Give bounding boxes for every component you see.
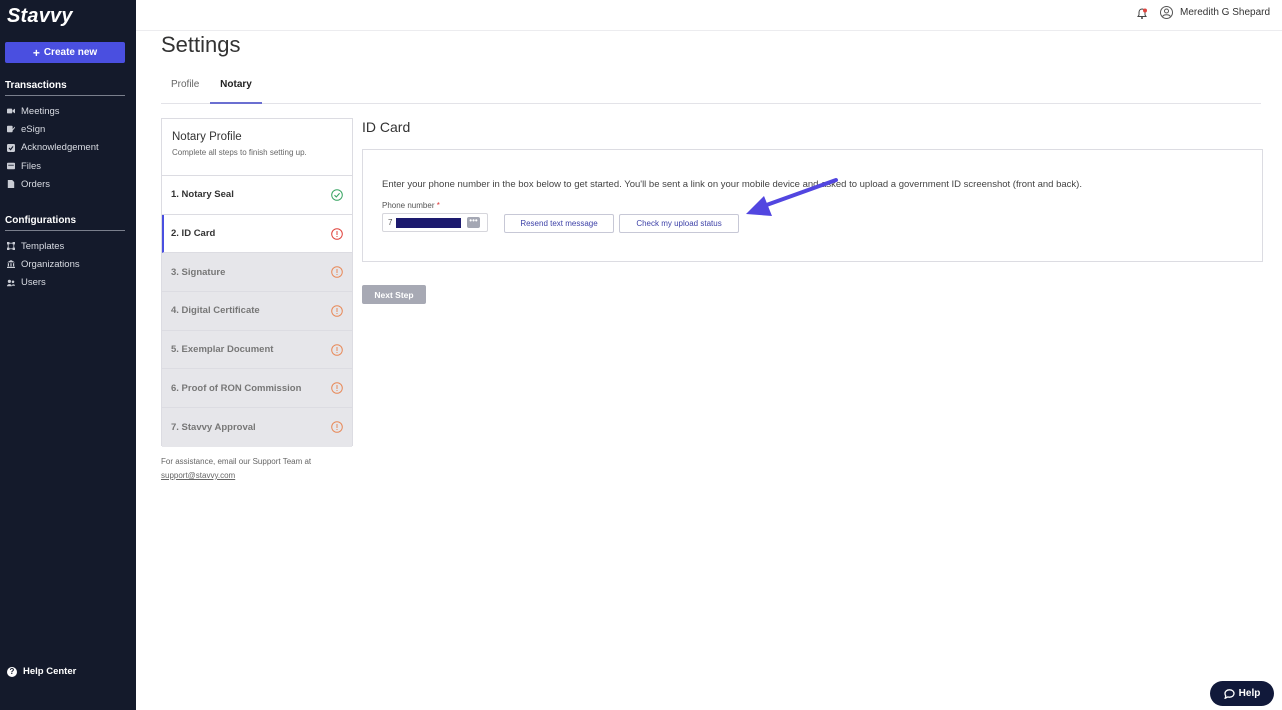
phone-number-input[interactable]: 7 ••• (382, 213, 488, 232)
settings-tabs: Profile Notary (161, 79, 1261, 104)
step-label: 3. Signature (171, 266, 226, 278)
sidebar-item-label: eSign (21, 123, 46, 135)
step-label: 5. Exemplar Document (171, 344, 274, 356)
sidebar-item-label: Users (21, 277, 46, 289)
sidebar-item-templates[interactable]: Templates (7, 237, 132, 255)
alert-circle-icon (331, 343, 343, 356)
step-exemplar-document[interactable]: 5. Exemplar Document (162, 330, 352, 370)
users-icon (7, 279, 15, 287)
phone-value: 7 (388, 218, 393, 227)
section-title: ID Card (362, 119, 411, 135)
check-circle-icon (331, 189, 343, 201)
id-card-panel: Enter your phone number in the box below… (362, 149, 1263, 262)
alert-circle-icon (331, 266, 343, 279)
section-title-configurations: Configurations (5, 215, 125, 231)
step-label: 7. Stavvy Approval (171, 421, 256, 433)
sidebar-item-acknowledgement[interactable]: Acknowledgement (7, 139, 132, 157)
step-label: 4. Digital Certificate (171, 305, 260, 317)
sidebar-item-label: Templates (21, 240, 65, 252)
check-box-icon (7, 143, 15, 152)
step-label: 6. Proof of RON Commission (171, 382, 302, 394)
sidebar-item-organizations[interactable]: Organizations (7, 255, 132, 273)
section-title-transactions: Transactions (5, 80, 125, 96)
configurations-nav: Templates Organizations Users (7, 237, 132, 292)
sidebar-item-users[interactable]: Users (7, 274, 132, 292)
transactions-nav: Meetings eSign Acknowledgement Files Ord… (7, 102, 132, 193)
step-notary-seal[interactable]: 1. Notary Seal (162, 176, 352, 215)
help-center-label: Help Center (23, 666, 77, 677)
id-card-description: Enter your phone number in the box below… (382, 179, 1082, 190)
sidebar: Stavvy + Create new Transactions Meeting… (0, 0, 136, 710)
alert-circle-icon (331, 305, 343, 317)
check-upload-status-button[interactable]: Check my upload status (619, 214, 739, 233)
video-icon (7, 107, 15, 115)
organizations-icon (7, 260, 15, 269)
help-circle-icon: ? (7, 666, 17, 677)
required-marker: * (436, 201, 440, 210)
user-menu[interactable]: Meredith G Shepard (1160, 6, 1270, 19)
steps-subtitle: Complete all steps to finish setting up. (172, 148, 307, 157)
sidebar-item-label: Orders (21, 178, 51, 190)
plus-icon: + (32, 45, 40, 60)
step-digital-certificate[interactable]: 4. Digital Certificate (162, 292, 352, 331)
step-id-card[interactable]: 2. ID Card (162, 214, 352, 254)
tab-profile[interactable]: Profile (171, 79, 199, 104)
redaction-block (396, 218, 461, 228)
sidebar-item-orders[interactable]: Orders (7, 175, 132, 193)
steps-header: Notary Profile Complete all steps to fin… (162, 119, 352, 176)
help-chat-button[interactable]: Help (1210, 681, 1274, 706)
phone-number-label: Phone number * (382, 201, 440, 210)
help-center-link[interactable]: ? Help Center (7, 666, 76, 677)
notification-bell-icon[interactable] (1136, 8, 1148, 20)
alert-circle-icon (331, 421, 343, 433)
top-bar: Meredith G Shepard (136, 0, 1282, 31)
step-proof-of-ron-commission[interactable]: 6. Proof of RON Commission (162, 369, 352, 409)
alert-circle-icon (331, 382, 343, 395)
support-email-link[interactable]: support@stavvy.com (161, 471, 235, 480)
create-new-label: Create new (43, 47, 98, 58)
resend-text-message-button[interactable]: Resend text message (504, 214, 614, 233)
step-stavvy-approval[interactable]: 7. Stavvy Approval (162, 408, 352, 447)
app-logo[interactable]: Stavvy (7, 5, 73, 28)
sidebar-item-label: Files (21, 160, 42, 172)
sidebar-item-label: Acknowledgement (21, 142, 99, 154)
chat-bubble-icon (1223, 688, 1235, 699)
next-step-button[interactable]: Next Step (362, 285, 426, 304)
create-new-button[interactable]: + Create new (5, 42, 125, 63)
templates-icon (7, 242, 15, 251)
more-dots-icon[interactable]: ••• (467, 217, 480, 228)
steps-title: Notary Profile (172, 131, 242, 143)
sidebar-item-esign[interactable]: eSign (7, 120, 132, 138)
notary-profile-steps: Notary Profile Complete all steps to fin… (161, 118, 353, 447)
sidebar-item-label: Meetings (21, 105, 60, 117)
sidebar-item-label: Organizations (21, 258, 80, 270)
orders-icon (7, 180, 15, 189)
sidebar-item-files[interactable]: Files (7, 157, 132, 175)
sidebar-item-meetings[interactable]: Meetings (7, 102, 132, 120)
files-icon (7, 162, 15, 170)
step-label: 2. ID Card (171, 228, 216, 240)
tab-notary[interactable]: Notary (210, 79, 262, 104)
page-title: Settings (161, 32, 241, 57)
user-name: Meredith G Shepard (1180, 7, 1271, 18)
assist-text: For assistance, email our Support Team a… (161, 457, 312, 466)
step-signature[interactable]: 3. Signature (162, 253, 352, 293)
support-assist: For assistance, email our Support Team a… (161, 455, 311, 483)
esign-icon (7, 125, 15, 133)
step-label: 1. Notary Seal (171, 189, 234, 201)
phone-label-text: Phone number (382, 201, 435, 210)
user-avatar-icon (1160, 6, 1173, 19)
help-label: Help (1238, 688, 1261, 699)
alert-circle-icon (331, 227, 343, 240)
